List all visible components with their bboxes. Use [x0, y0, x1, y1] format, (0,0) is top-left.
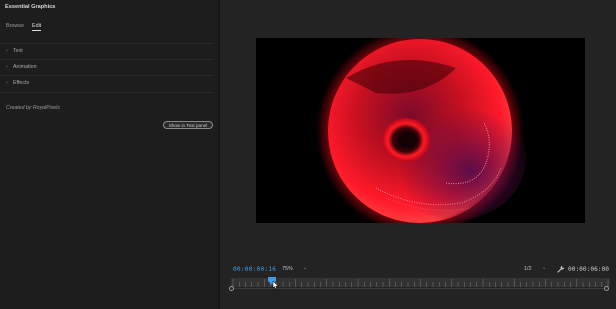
hamburger-menu-icon[interactable]: ≡ [50, 4, 53, 10]
section-label-animation: Animation [13, 64, 37, 70]
playback-resolution-value: 1/2 [524, 266, 532, 272]
template-credit: Created by RoyalPixels [6, 105, 60, 111]
current-timecode[interactable]: 00:00:00:16 [233, 266, 276, 273]
zoom-level-value: 75% [282, 266, 293, 272]
show-in-text-panel-button[interactable]: Show in Text panel [163, 121, 213, 129]
panel-tabs: Browse Edit [0, 20, 218, 34]
essential-graphics-panel: Essential Graphics ≡ Browse Edit › Text … [0, 0, 218, 309]
monitor-controls: 00:00:00:16 75% ⌄ 1/2 ⌄ 00:00:06:00 [220, 262, 616, 278]
ruler-ticks [232, 279, 609, 287]
duration-timecode: 00:00:06:00 [568, 266, 609, 273]
chevron-down-icon: ⌄ [542, 266, 547, 271]
scroll-out-handle[interactable] [604, 286, 609, 291]
section-animation[interactable]: › Animation [0, 59, 212, 76]
zoom-scroll-bar[interactable] [234, 288, 604, 289]
program-monitor: 00:00:00:16 75% ⌄ 1/2 ⌄ 00:00:06:00 [220, 0, 616, 309]
scroll-in-handle[interactable] [229, 286, 234, 291]
panel-title: Essential Graphics [5, 4, 56, 10]
chevron-down-icon: ⌄ [303, 266, 308, 271]
video-preview [256, 38, 585, 223]
tab-browse[interactable]: Browse [6, 23, 24, 29]
playback-resolution-select[interactable]: 1/2 ⌄ [521, 265, 550, 274]
section-label-text: Text [13, 48, 23, 54]
section-label-effects: Effects [13, 80, 30, 86]
section-effects[interactable]: › Effects [0, 75, 212, 93]
chevron-right-icon: › [6, 48, 8, 54]
time-ruler[interactable] [231, 278, 610, 287]
chevron-right-icon: › [6, 64, 8, 70]
chevron-right-icon: › [6, 80, 8, 86]
section-text[interactable]: › Text [0, 43, 212, 60]
red-sphere-graphic [316, 38, 526, 223]
wrench-icon[interactable] [556, 265, 565, 274]
zoom-level-select[interactable]: 75% ⌄ [281, 265, 310, 274]
tab-edit[interactable]: Edit [32, 23, 42, 31]
panel-header: Essential Graphics ≡ [0, 0, 218, 17]
